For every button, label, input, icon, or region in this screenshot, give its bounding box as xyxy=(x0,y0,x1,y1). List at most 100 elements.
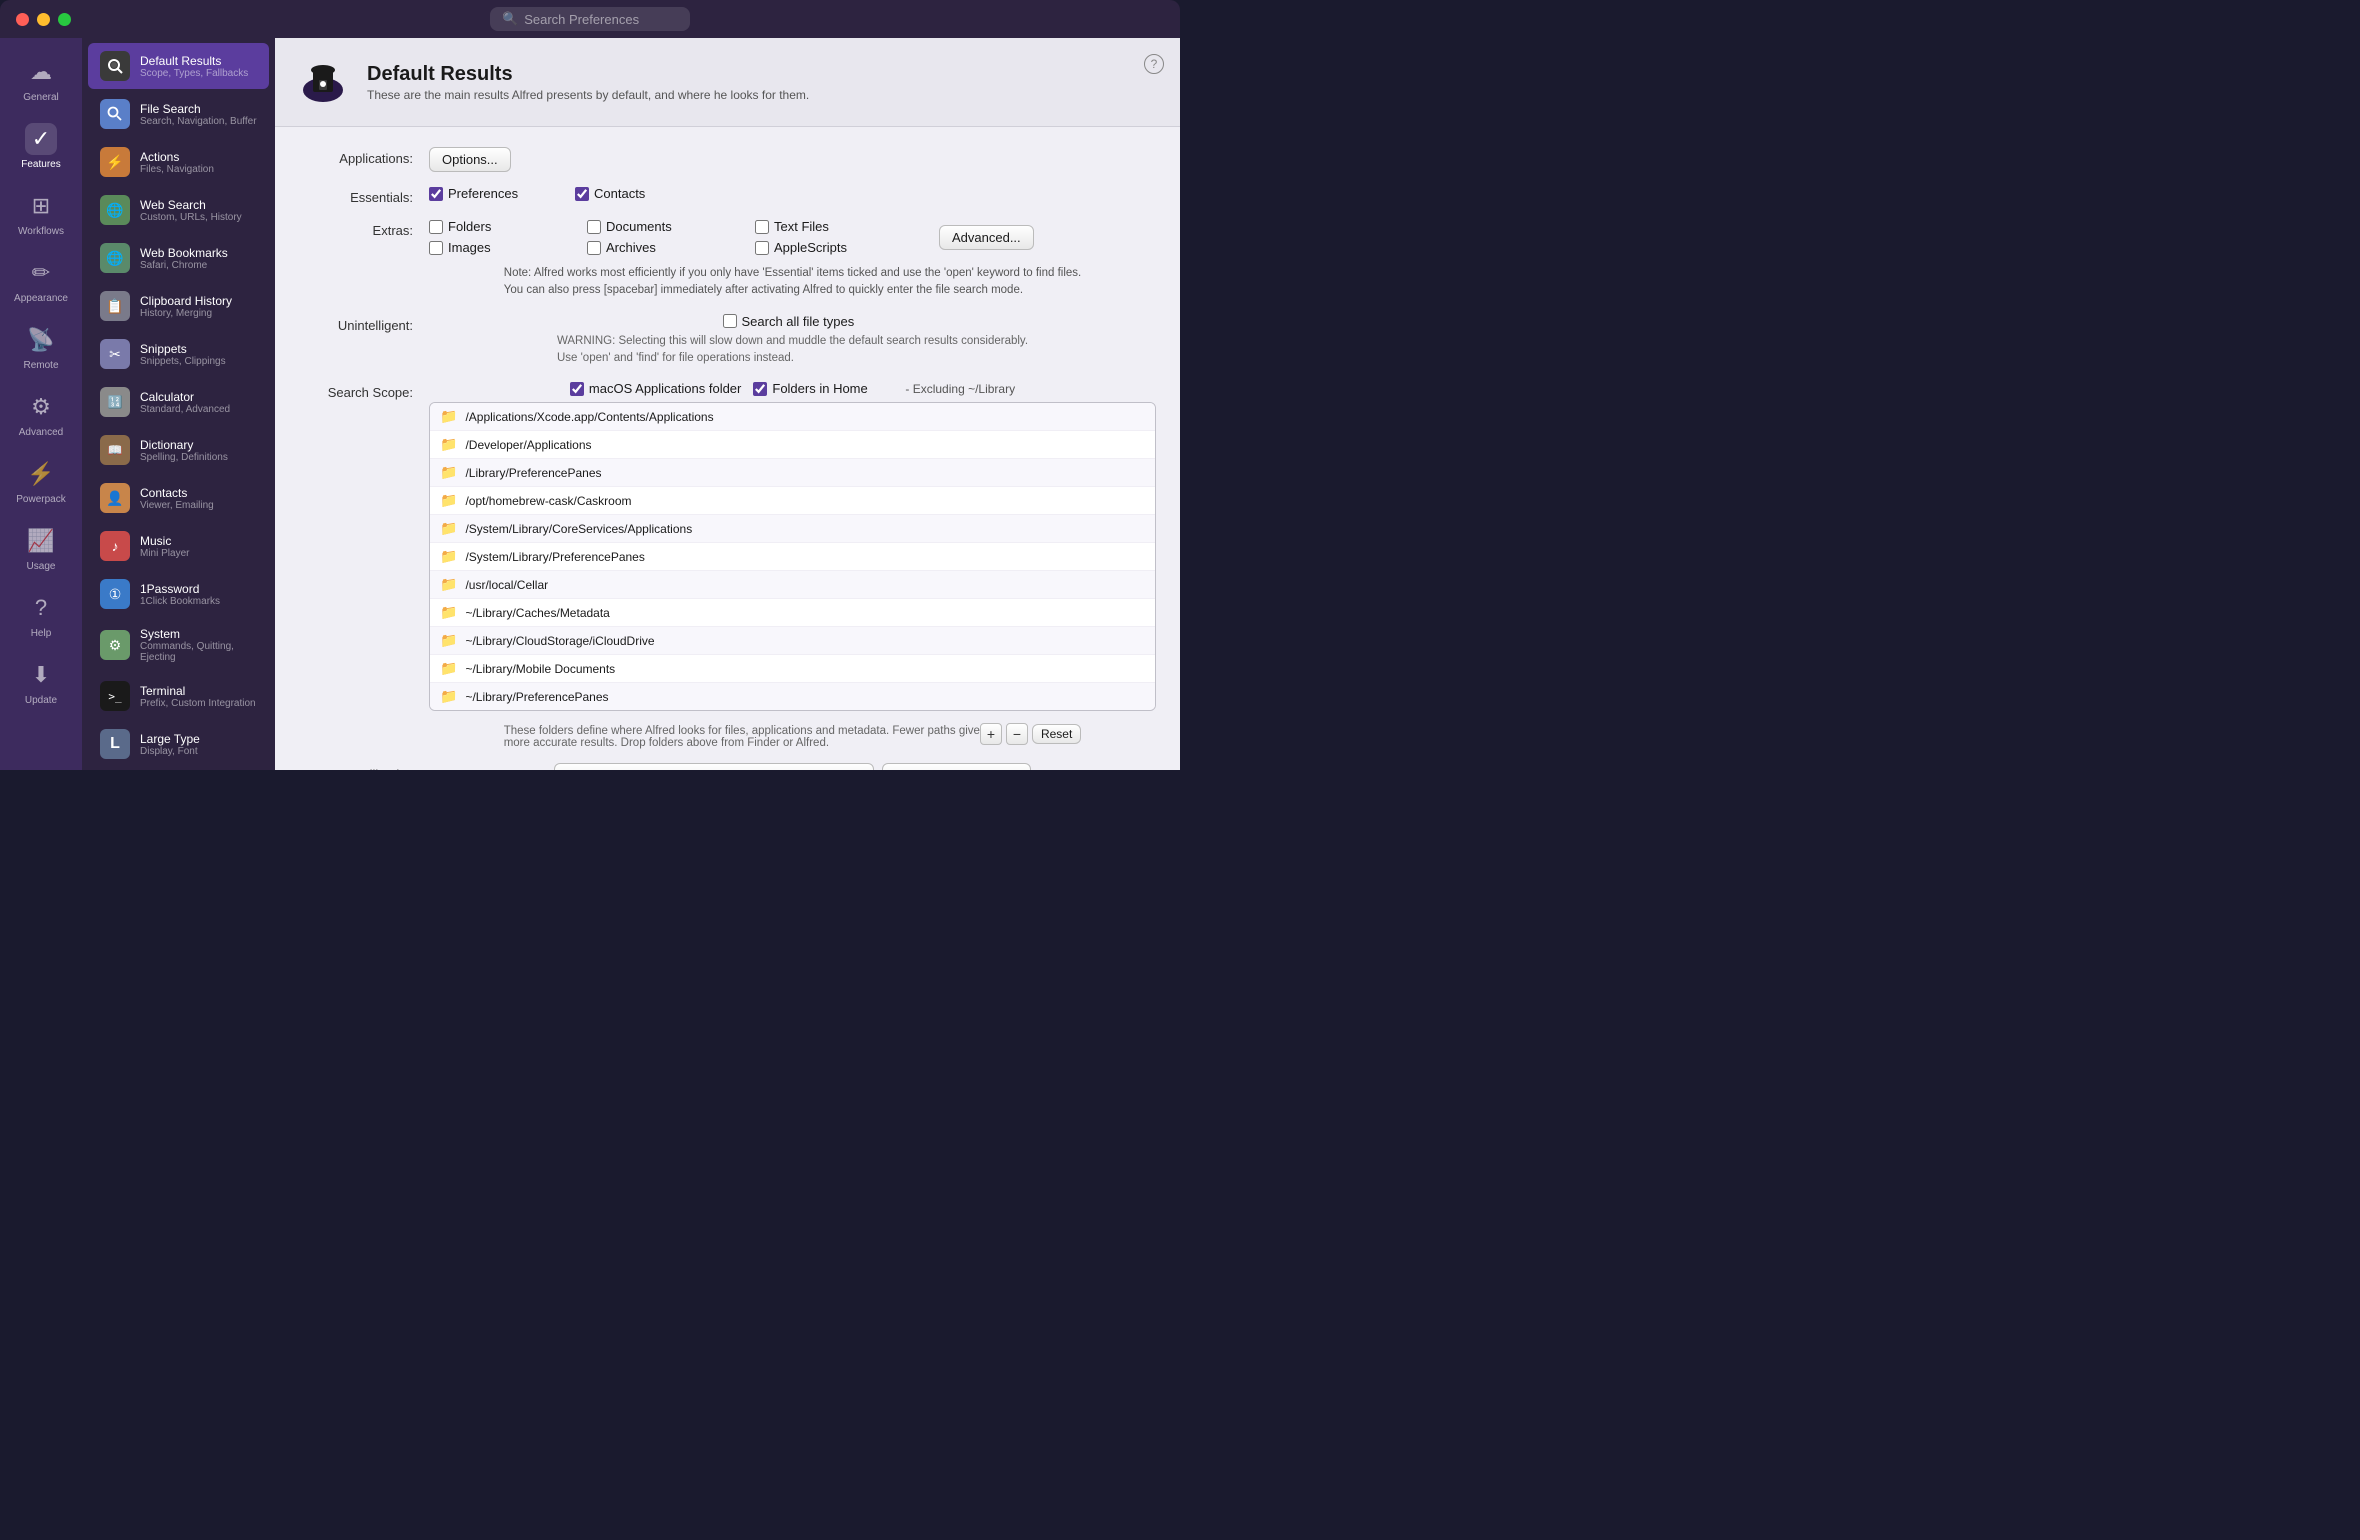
sidebar-item-update[interactable]: ⬇ Update xyxy=(0,649,82,716)
large-type-nav-title: Large Type xyxy=(140,732,200,746)
nav-item-calculator[interactable]: 🔢 Calculator Standard, Advanced xyxy=(88,379,269,425)
nav-item-actions[interactable]: ⚡ Actions Files, Navigation xyxy=(88,139,269,185)
documents-checkbox[interactable] xyxy=(587,220,601,234)
sidebar-item-advanced[interactable]: ⚙ Advanced xyxy=(0,381,82,448)
update-icon: ⬇ xyxy=(25,659,57,691)
maximize-button[interactable] xyxy=(58,13,71,26)
snippets-nav-icon: ✂ xyxy=(100,339,130,369)
essentials-note: Note: Alfred works most efficiently if y… xyxy=(504,265,1081,300)
sidebar-item-help[interactable]: ? Help xyxy=(0,582,82,649)
nav-item-clipboard[interactable]: 📋 Clipboard History History, Merging xyxy=(88,283,269,329)
search-scope-row: Search Scope: macOS Applications folder … xyxy=(299,381,1156,749)
advanced-button[interactable]: Advanced... xyxy=(939,225,1034,250)
large-type-nav-text: Large Type Display, Font xyxy=(140,732,200,757)
header-icon xyxy=(295,54,351,110)
folders-in-home-checkbox-item[interactable]: Folders in Home xyxy=(753,381,893,396)
archives-checkbox-item[interactable]: Archives xyxy=(587,240,747,255)
documents-checkbox-item[interactable]: Documents xyxy=(587,219,747,234)
nav-item-large-type[interactable]: L Large Type Display, Font xyxy=(88,721,269,767)
content-body: Applications: Options... Essentials: Pre… xyxy=(275,127,1180,770)
text-files-checkbox-item[interactable]: Text Files xyxy=(755,219,915,234)
applications-row: Applications: Options... xyxy=(299,147,1156,172)
remote-icon: 📡 xyxy=(25,324,57,356)
nav-item-1password[interactable]: ① 1Password 1Click Bookmarks xyxy=(88,571,269,617)
nav-item-terminal[interactable]: >_ Terminal Prefix, Custom Integration xyxy=(88,673,269,719)
fallbacks-dropdown[interactable]: Only show fallbacks when there are no re… xyxy=(554,763,874,770)
file-search-nav-icon xyxy=(100,99,130,129)
archives-checkbox[interactable] xyxy=(587,241,601,255)
scope-list-item-6: 📁 /usr/local/Cellar xyxy=(430,571,1155,599)
text-files-checkbox[interactable] xyxy=(755,220,769,234)
nav-item-web-bookmarks[interactable]: 🌐 Web Bookmarks Safari, Chrome xyxy=(88,235,269,281)
folders-in-home-checkbox[interactable] xyxy=(753,382,767,396)
minimize-button[interactable] xyxy=(37,13,50,26)
sidebar-item-appearance[interactable]: ✏ Appearance xyxy=(0,247,82,314)
applescripts-checkbox[interactable] xyxy=(755,241,769,255)
applescripts-checkbox-item[interactable]: AppleScripts xyxy=(755,240,915,255)
usage-icon: 📈 xyxy=(25,525,57,557)
folders-checkbox-item[interactable]: Folders xyxy=(429,219,579,234)
default-results-nav-title: Default Results xyxy=(140,54,248,68)
extras-row: Extras: Folders Images xyxy=(299,219,1156,300)
folder-icon-6: 📁 xyxy=(440,576,457,593)
setup-fallback-button[interactable]: Setup fallback results xyxy=(882,763,1032,770)
macos-apps-checkbox-item[interactable]: macOS Applications folder xyxy=(570,381,741,396)
music-nav-title: Music xyxy=(140,534,189,548)
scope-list-item-4: 📁 /System/Library/CoreServices/Applicati… xyxy=(430,515,1155,543)
scope-path-6: /usr/local/Cellar xyxy=(465,578,548,592)
sidebar-item-remote[interactable]: 📡 Remote xyxy=(0,314,82,381)
nav-item-contacts[interactable]: 👤 Contacts Viewer, Emailing xyxy=(88,475,269,521)
folders-label: Folders xyxy=(448,219,491,234)
search-all-checkbox-item[interactable]: Search all file types xyxy=(723,314,863,329)
page-subtitle: These are the main results Alfred presen… xyxy=(367,88,809,102)
snippets-nav-text: Snippets Snippets, Clippings xyxy=(140,342,226,367)
essentials-content: Preferences Contacts xyxy=(429,186,1156,201)
unintelligent-content: Search all file types WARNING: Selecting… xyxy=(429,314,1156,368)
sidebar-item-usage[interactable]: 📈 Usage xyxy=(0,515,82,582)
folders-checkbox[interactable] xyxy=(429,220,443,234)
reset-scope-button[interactable]: Reset xyxy=(1032,724,1081,744)
workflows-label: Workflows xyxy=(18,226,64,237)
fallbacks-row: Fallbacks: Only show fallbacks when ther… xyxy=(299,763,1156,770)
preferences-checkbox-item[interactable]: Preferences xyxy=(429,186,569,201)
nav-item-snippets[interactable]: ✂ Snippets Snippets, Clippings xyxy=(88,331,269,377)
sidebar-item-workflows[interactable]: ⊞ Workflows xyxy=(0,180,82,247)
nav-item-system[interactable]: ⚙ System Commands, Quitting, Ejecting xyxy=(88,619,269,671)
sidebar-item-general[interactable]: ☁ General xyxy=(0,46,82,113)
workflows-icon: ⊞ xyxy=(25,190,57,222)
scope-list-item-3: 📁 /opt/homebrew-cask/Caskroom xyxy=(430,487,1155,515)
folder-icon-10: 📁 xyxy=(440,688,457,705)
help-button[interactable]: ? xyxy=(1144,54,1164,74)
folders-in-home-label: Folders in Home xyxy=(772,381,867,396)
contacts-checkbox[interactable] xyxy=(575,187,589,201)
applications-content: Options... xyxy=(429,147,1156,172)
calculator-nav-text: Calculator Standard, Advanced xyxy=(140,390,230,415)
general-label: General xyxy=(23,92,59,103)
sidebar-item-powerpack[interactable]: ⚡ Powerpack xyxy=(0,448,82,515)
macos-apps-checkbox[interactable] xyxy=(570,382,584,396)
images-checkbox-item[interactable]: Images xyxy=(429,240,579,255)
contacts-checkbox-item[interactable]: Contacts xyxy=(575,186,715,201)
fallbacks-label: Fallbacks: xyxy=(299,763,429,770)
search-all-checkbox[interactable] xyxy=(723,314,737,328)
documents-label: Documents xyxy=(606,219,672,234)
nav-item-file-search[interactable]: File Search Search, Navigation, Buffer xyxy=(88,91,269,137)
folder-icon-4: 📁 xyxy=(440,520,457,537)
add-scope-button[interactable]: + xyxy=(980,723,1002,745)
nav-item-default-results[interactable]: Default Results Scope, Types, Fallbacks xyxy=(88,43,269,89)
close-button[interactable] xyxy=(16,13,29,26)
images-checkbox[interactable] xyxy=(429,241,443,255)
search-all-label: Search all file types xyxy=(742,314,855,329)
scope-path-3: /opt/homebrew-cask/Caskroom xyxy=(465,494,631,508)
nav-item-music[interactable]: ♪ Music Mini Player xyxy=(88,523,269,569)
sidebar-item-features[interactable]: ✓ Features xyxy=(0,113,82,180)
preferences-checkbox[interactable] xyxy=(429,187,443,201)
titlebar-search-bar[interactable]: 🔍 Search Preferences xyxy=(490,7,690,31)
options-button[interactable]: Options... xyxy=(429,147,511,172)
remove-scope-button[interactable]: − xyxy=(1006,723,1028,745)
large-type-nav-icon: L xyxy=(100,729,130,759)
nav-item-previews[interactable]: 👁 Previews Quick Look, Preview panels xyxy=(88,769,269,770)
nav-item-web-search[interactable]: 🌐 Web Search Custom, URLs, History xyxy=(88,187,269,233)
fallbacks-content: Only show fallbacks when there are no re… xyxy=(429,763,1156,770)
nav-item-dictionary[interactable]: 📖 Dictionary Spelling, Definitions xyxy=(88,427,269,473)
